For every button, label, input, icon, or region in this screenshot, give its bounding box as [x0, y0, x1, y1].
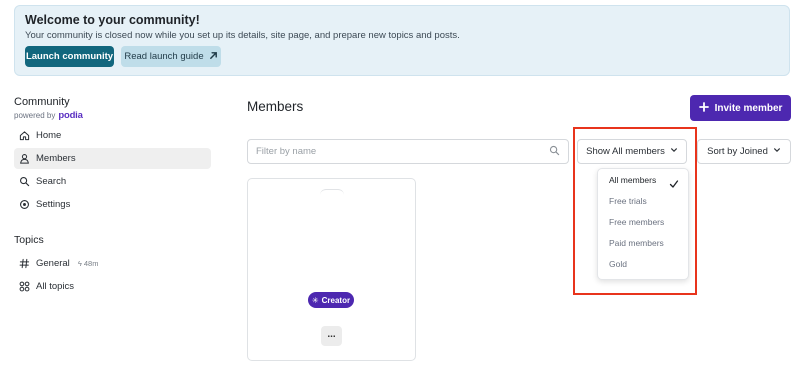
read-launch-guide-label: Read launch guide — [124, 51, 204, 62]
topic-activity-time: ϟ 48m — [78, 259, 99, 268]
more-options-button[interactable]: ... — [321, 326, 342, 346]
sidebar-item-label: General — [36, 258, 70, 269]
community-title: Community — [14, 96, 70, 108]
welcome-banner: Welcome to your community! Your communit… — [14, 5, 790, 76]
home-icon — [18, 130, 30, 142]
sidebar-item-all-topics[interactable]: All topics — [14, 276, 211, 297]
search-icon — [549, 143, 560, 161]
bolt-icon: ϟ — [77, 259, 82, 268]
highlight-box — [573, 127, 697, 295]
read-launch-guide-button[interactable]: Read launch guide — [121, 46, 221, 67]
chevron-down-icon — [773, 146, 781, 157]
hash-icon — [18, 258, 30, 270]
sidebar-item-label: Search — [36, 176, 67, 187]
sidebar-item-label: All topics — [36, 281, 75, 292]
topic-time-label: 48m — [83, 259, 99, 268]
grid-icon — [18, 281, 30, 293]
sidebar: Community powered by podia Home Members … — [14, 96, 211, 292]
banner-text: Your community is closed now while you s… — [25, 30, 460, 41]
page-title: Members — [247, 99, 304, 114]
sidebar-item-general[interactable]: General ϟ 48m — [14, 253, 211, 274]
avatar — [320, 189, 344, 195]
filter-field[interactable] — [247, 139, 569, 164]
sidebar-item-label: Settings — [36, 199, 71, 210]
topics-heading: Topics — [14, 234, 44, 246]
launch-community-label: Launch community — [25, 51, 114, 62]
arrow-up-right-icon — [209, 51, 218, 63]
search-icon — [18, 176, 30, 188]
launch-community-button[interactable]: Launch community — [25, 46, 114, 67]
powered-by-label: powered by — [14, 111, 56, 120]
sort-select-label: Sort by Joined — [707, 146, 768, 157]
member-card[interactable]: ✳ Creator ... — [247, 178, 416, 361]
sort-select[interactable]: Sort by Joined — [697, 139, 791, 164]
invite-member-label: Invite member — [714, 102, 783, 114]
invite-member-button[interactable]: Invite member — [690, 95, 791, 121]
sidebar-item-label: Home — [36, 130, 62, 141]
plus-icon — [698, 101, 709, 115]
asterisk-icon: ✳ — [311, 295, 319, 305]
settings-icon — [18, 199, 30, 211]
sidebar-item-home[interactable]: Home — [14, 125, 211, 146]
powered-by: powered by podia — [14, 110, 211, 121]
creator-badge-label: Creator — [321, 295, 351, 305]
sidebar-item-label: Members — [36, 153, 76, 164]
podia-logo: podia — [58, 110, 83, 121]
user-icon — [18, 153, 30, 165]
more-options-label: ... — [327, 328, 336, 340]
sidebar-item-search[interactable]: Search — [14, 171, 211, 192]
filter-input[interactable] — [256, 146, 549, 157]
banner-title: Welcome to your community! — [25, 13, 200, 27]
creator-badge: ✳ Creator — [308, 292, 354, 308]
sidebar-item-settings[interactable]: Settings — [14, 194, 211, 215]
sidebar-item-members[interactable]: Members — [14, 148, 211, 169]
